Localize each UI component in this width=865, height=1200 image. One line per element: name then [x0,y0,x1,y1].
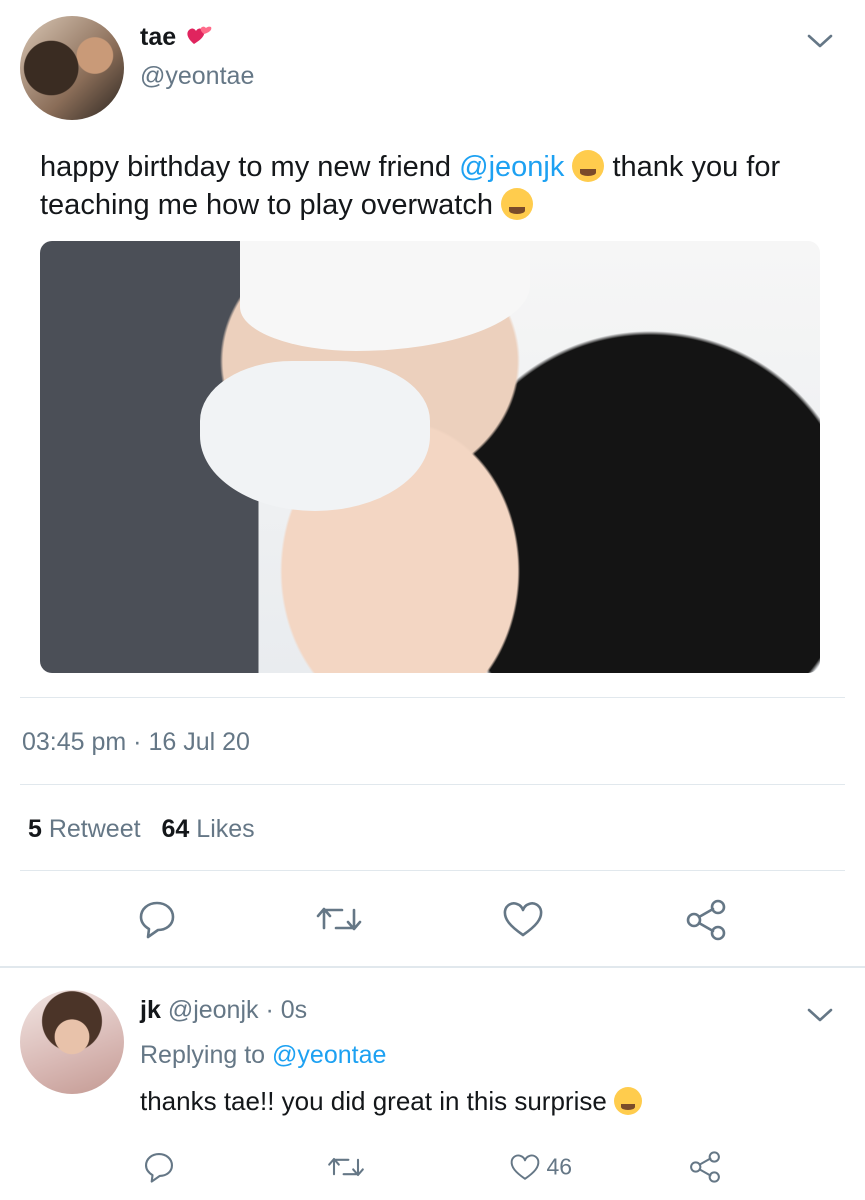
author-avatar[interactable] [20,16,124,120]
reply-time: · 0s [265,996,308,1024]
divider [20,870,845,871]
author-name[interactable]: tae [140,23,176,51]
retweet-stat[interactable]: 5 Retweet [28,815,141,843]
reply-reply-icon[interactable] [142,1150,176,1184]
author-name-row: tae [140,22,213,52]
tears-of-joy-emoji-icon [614,1087,643,1115]
replying-to: Replying to @yeontae [140,1041,386,1070]
reply-header: jk @jeonjk · 0s [140,996,307,1025]
divider [0,966,865,968]
author-handle[interactable]: @yeontae [140,62,254,91]
replying-to-label: Replying to [140,1041,273,1069]
chevron-down-icon[interactable] [806,32,834,50]
divider [20,697,845,698]
likes-stat[interactable]: 64 Likes [162,815,255,843]
retweet-icon[interactable] [314,898,364,940]
likes-label: Likes [189,815,255,843]
reply-chevron-down-icon[interactable] [806,1006,834,1024]
reply-share-icon[interactable] [688,1150,722,1184]
retweet-label: Retweet [41,815,141,843]
photo-cap-shape [240,241,530,351]
reply-text: thanks tae!! you did great in this surpr… [140,1086,643,1117]
reply-like-count: 46 [546,1153,573,1180]
retweet-count: 5 [28,815,42,843]
tweet-text: happy birthday to my new friend @jeonjk … [40,148,830,224]
reply-icon[interactable] [136,898,178,940]
mention-link[interactable]: @jeonjk [459,151,564,183]
photo-mask-shape [200,361,430,511]
tears-of-joy-emoji-icon [501,188,534,220]
reply-author-avatar[interactable] [20,990,124,1094]
reply-retweet-icon[interactable] [326,1150,366,1184]
share-icon[interactable] [684,898,728,942]
hearts-emoji-icon [186,26,211,44]
heart-icon[interactable] [500,898,546,940]
reply-heart-icon[interactable] [508,1150,542,1184]
like-count: 64 [161,815,190,843]
tweet-timestamp[interactable]: 03:45 pm · 16 Jul 20 [22,728,250,757]
reply-author-handle[interactable]: @jeonjk [168,996,259,1024]
tweet-photo[interactable] [40,241,820,673]
tweet-stats: 5 Retweet 64 Likes [28,815,255,844]
reply-like-group[interactable]: 46 [508,1150,572,1184]
yum-face-emoji-icon [572,150,605,182]
reply-author-name[interactable]: jk [140,996,161,1024]
replying-to-handle[interactable]: @yeontae [272,1041,386,1069]
divider [20,784,845,785]
tweet-text-part: happy birthday to my new friend [40,151,460,183]
reply-text-part: thanks tae!! you did great in this surpr… [140,1086,615,1116]
